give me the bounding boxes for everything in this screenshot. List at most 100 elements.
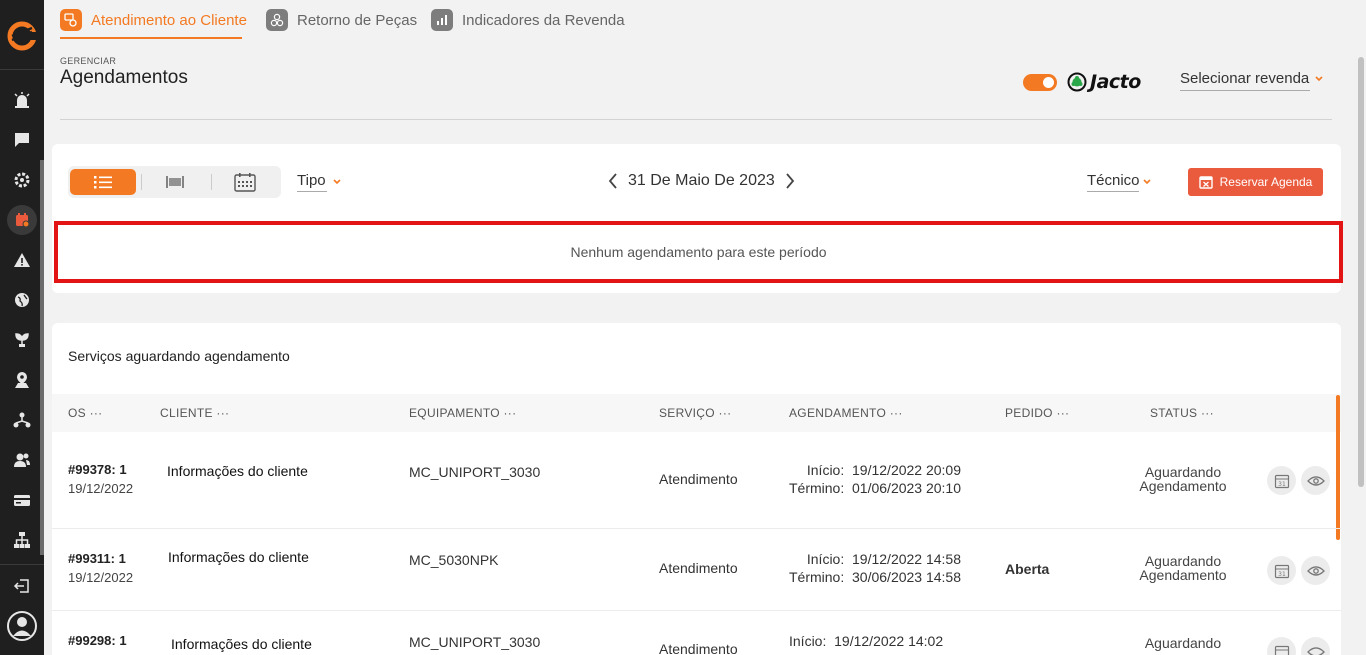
calendar-icon (1274, 645, 1289, 655)
eye-icon (1306, 646, 1325, 655)
start-time: 19/12/2022 14:02 (834, 633, 944, 649)
view-button[interactable] (1301, 466, 1330, 495)
row-divider (52, 610, 1341, 611)
sidebar-divider (0, 69, 44, 70)
status-line: Aguardando (1144, 464, 1222, 480)
start-time: 19/12/2022 14:58 (852, 551, 962, 567)
app-logo-icon[interactable] (6, 20, 38, 52)
os-number[interactable]: #99378: 1 (68, 462, 127, 477)
column-agendamento[interactable]: AGENDAMENTO ··· (789, 406, 903, 420)
calendar-remove-icon (1198, 176, 1213, 189)
view-button[interactable] (1301, 556, 1330, 585)
column-cliente[interactable]: CLIENTE ··· (160, 406, 229, 420)
column-os[interactable]: OS ··· (68, 406, 102, 420)
column-pedido[interactable]: PEDIDO ··· (1005, 406, 1069, 420)
alarm-icon[interactable] (0, 80, 44, 120)
schedule-button[interactable]: 31 (1267, 466, 1296, 495)
chevron-down-icon[interactable] (1142, 178, 1152, 186)
service: Atendimento (659, 560, 738, 576)
settings-icon[interactable] (0, 160, 44, 200)
eye-icon (1306, 475, 1325, 486)
timeline-view-button[interactable] (142, 169, 208, 195)
svg-text:31: 31 (1278, 571, 1286, 578)
customer-service-icon (60, 9, 82, 31)
client-info-link[interactable]: Informações do cliente (167, 463, 308, 479)
status-line: Aguardando (1144, 635, 1222, 651)
brand-toggle[interactable] (1023, 74, 1057, 91)
empty-message-text: Nenhum agendamento para este período (570, 244, 827, 260)
bar-chart-icon (431, 9, 453, 31)
tecnico-underline (1087, 191, 1139, 192)
status-badge: Aguardando Agendamento (1128, 554, 1238, 582)
barcode-icon (166, 176, 184, 188)
calendar-icon[interactable] (0, 200, 44, 240)
os-number[interactable]: #99298: 1 (68, 633, 127, 648)
os-number[interactable]: #99311: 1 (68, 551, 126, 566)
reserve-label: Reservar Agenda (1219, 175, 1313, 189)
page-scrollbar[interactable] (1356, 39, 1366, 655)
service: Atendimento (659, 471, 738, 487)
brand-name: Jacto (1090, 71, 1141, 93)
start-time: 19/12/2022 20:09 (852, 462, 962, 478)
warning-icon[interactable] (0, 240, 44, 280)
column-equipamento[interactable]: EQUIPAMENTO ··· (409, 406, 516, 420)
calendar-icon: 31 (1274, 474, 1289, 488)
jacto-logo-icon (1067, 72, 1087, 92)
sidebar-divider (0, 564, 44, 565)
network-icon[interactable] (0, 400, 44, 440)
tab-retorno-pecas[interactable]: Retorno de Peças (266, 6, 417, 34)
tipo-filter[interactable]: Tipo (297, 172, 326, 189)
location-icon[interactable] (0, 360, 44, 400)
column-status[interactable]: STATUS ··· (1150, 406, 1214, 420)
plant-icon[interactable] (0, 320, 44, 360)
equipment: MC_UNIPORT_3030 (409, 634, 541, 650)
sidebar (0, 0, 44, 655)
column-servico[interactable]: SERVIÇO ··· (659, 406, 731, 420)
brand-logo: Jacto (1067, 71, 1141, 93)
schedule-times: Início: 19/12/2022 14:58 Término: 30/06/… (789, 550, 961, 586)
calendar-view-button[interactable] (212, 169, 278, 195)
os-date: 19/12/2022 (68, 481, 134, 496)
end-label: Término: (789, 569, 845, 585)
user-avatar-icon[interactable] (6, 610, 38, 642)
prev-date-icon[interactable] (604, 170, 622, 192)
client-info-link[interactable]: Informações do cliente (168, 549, 309, 565)
logout-icon[interactable] (0, 572, 44, 600)
current-date: 31 De Maio De 2023 (628, 172, 775, 189)
row-divider (52, 528, 1341, 529)
parts-icon (266, 9, 288, 31)
tab-label: Atendimento ao Cliente (91, 11, 247, 29)
table-scroll-indicator[interactable] (1336, 395, 1340, 540)
cash-icon[interactable] (0, 480, 44, 520)
reserve-agenda-button[interactable]: Reservar Agenda (1188, 168, 1323, 196)
chevron-down-icon[interactable] (1314, 75, 1324, 83)
list-icon (94, 176, 112, 189)
schedule-times: Início: 19/12/2022 14:02 (789, 632, 943, 650)
tecnico-filter[interactable]: Técnico (1087, 172, 1140, 189)
tab-indicadores[interactable]: Indicadores da Revenda (431, 6, 625, 34)
tab-atendimento[interactable]: Atendimento ao Cliente (60, 6, 247, 34)
os-date: 19/12/2022 (68, 570, 134, 585)
services-title: Serviços aguardando agendamento (68, 348, 290, 364)
scrollbar-thumb[interactable] (1358, 57, 1364, 487)
client-info-link[interactable]: Informações do cliente (171, 636, 312, 652)
tab-label: Indicadores da Revenda (462, 11, 625, 29)
header-divider (60, 119, 1332, 120)
sitemap-icon[interactable] (0, 520, 44, 560)
users-icon[interactable] (0, 440, 44, 480)
chevron-down-icon[interactable] (332, 178, 342, 186)
service: Atendimento (659, 641, 738, 655)
next-date-icon[interactable] (781, 170, 799, 192)
revenda-select[interactable]: Selecionar revenda (1180, 70, 1309, 87)
globe-icon[interactable] (0, 280, 44, 320)
view-switcher (68, 166, 281, 198)
list-view-button[interactable] (70, 169, 136, 195)
revenda-underline (1180, 90, 1310, 91)
chat-icon[interactable] (0, 120, 44, 160)
start-label: Início: (789, 633, 827, 649)
sidebar-menu (0, 80, 44, 560)
page-kicker: GERENCIAR (60, 56, 117, 66)
date-navigator: 31 De Maio De 2023 (604, 170, 799, 192)
schedule-button[interactable]: 31 (1267, 556, 1296, 585)
equipment: MC_5030NPK (409, 552, 499, 568)
